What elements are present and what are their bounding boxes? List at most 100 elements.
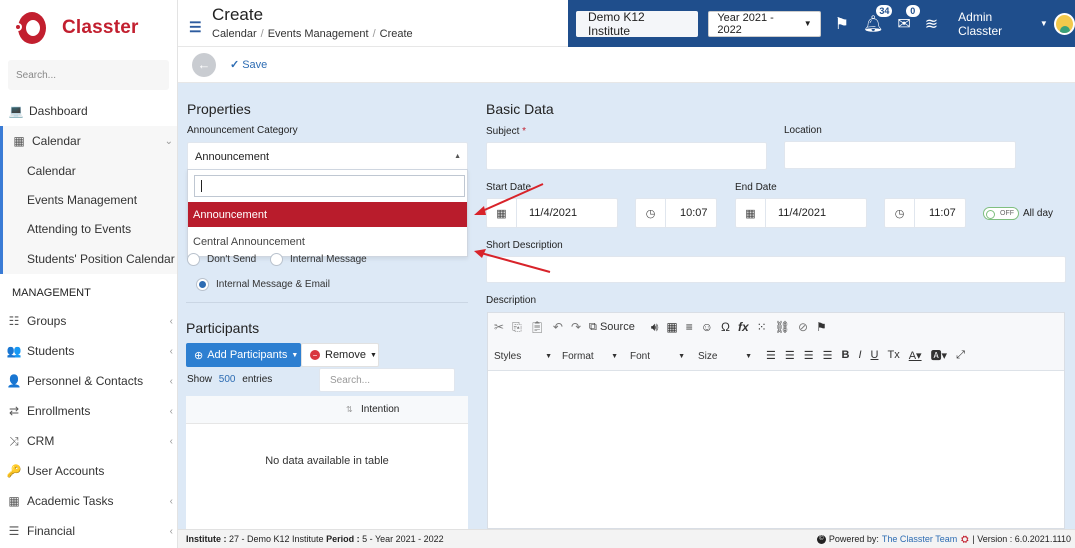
calendar-icon[interactable]: ▦ xyxy=(736,199,766,227)
sidebar-item-financial[interactable]: ☰ Financial ‹ xyxy=(0,516,177,546)
bell-icon[interactable]: 🔔︎ 34 xyxy=(863,4,893,34)
source-button[interactable]: ⧉ Source xyxy=(589,321,643,334)
underline-icon[interactable]: U xyxy=(871,349,879,361)
block-icon[interactable]: ⁙ xyxy=(757,320,767,334)
sort-icon[interactable]: ⇅ xyxy=(346,405,353,414)
sidebar-sub-attending-to-events[interactable]: Attending to Events xyxy=(0,214,177,243)
formula-icon[interactable]: fx xyxy=(738,320,749,334)
all-day-toggle[interactable]: OFF All day xyxy=(983,207,1053,220)
editor-content-area[interactable] xyxy=(488,371,1064,526)
shuffle-icon: ⤨ xyxy=(9,433,19,448)
styles-select[interactable]: Styles ▼ xyxy=(494,347,552,365)
start-time-input[interactable]: ◷ 10:07 xyxy=(635,198,717,228)
footer-period-value: 5 - Year 2021 - 2022 xyxy=(362,534,444,544)
justify-icon[interactable]: ☰ xyxy=(823,349,833,362)
check-icon: ✓ xyxy=(230,59,240,71)
sidebar-item-students[interactable]: 👥 Students ‹ xyxy=(0,336,177,366)
sidebar-sub-students-position-calendar[interactable]: Students' Position Calendar xyxy=(0,243,177,274)
participants-search-input[interactable]: Search... xyxy=(319,368,455,392)
entries-count-select[interactable]: 500 xyxy=(219,374,236,385)
italic-icon[interactable]: I xyxy=(858,349,861,361)
align-left-icon[interactable]: ☰ xyxy=(766,349,776,362)
add-participants-button[interactable]: ⊕ Add Participants ▼ xyxy=(186,343,301,367)
radio-internal-message[interactable]: Internal Message xyxy=(270,253,367,266)
chevron-left-icon: ‹ xyxy=(169,435,173,447)
announcement-category-select[interactable]: Announcement ▲ xyxy=(187,142,468,171)
speaker-icon[interactable]: 🔊︎ xyxy=(651,320,659,335)
redo-icon[interactable]: ↷ xyxy=(571,320,581,334)
dropdown-option-central-announcement[interactable]: Central Announcement xyxy=(188,229,467,254)
sidebar-search-input[interactable]: Search... xyxy=(8,60,169,90)
radio-dont-send[interactable]: Don't Send xyxy=(187,253,256,266)
calendar-icon[interactable]: ▦ xyxy=(487,199,517,227)
key-icon: 🔑 xyxy=(6,464,22,478)
radio-label: Don't Send xyxy=(207,254,257,265)
font-select[interactable]: Font ▼ xyxy=(630,347,685,365)
unlink-icon[interactable]: ⊘ xyxy=(798,320,808,334)
sidebar-sub-calendar[interactable]: Calendar xyxy=(0,156,177,185)
short-description-input[interactable] xyxy=(486,256,1066,283)
sidebar-item-enrollments[interactable]: ⇄ Enrollments ‹ xyxy=(0,396,177,426)
toggle-switch[interactable]: OFF xyxy=(983,207,1019,220)
copy-icon[interactable]: ⎘ xyxy=(512,320,522,335)
classter-team-link[interactable]: The Classter Team xyxy=(882,534,957,544)
sidebar-item-groups[interactable]: ☷ Groups ‹ xyxy=(0,306,177,336)
radio-internal-message-email[interactable]: Internal Message & Email xyxy=(196,278,330,291)
breadcrumb-item-events-management[interactable]: Events Management xyxy=(268,28,369,40)
format-select[interactable]: Format ▼ xyxy=(562,347,618,365)
user-menu[interactable]: Admin Classter ▼ xyxy=(958,10,1075,38)
sidebar-item-calendar[interactable]: ▦ Calendar ⌄ xyxy=(0,126,177,156)
sidebar-item-dashboard[interactable]: 💻 Dashboard xyxy=(0,96,177,126)
clock-icon[interactable]: ◷ xyxy=(885,199,915,227)
save-button[interactable]: ✓ Save xyxy=(230,58,267,72)
horizontal-line-icon[interactable]: ≡ xyxy=(686,320,693,334)
undo-icon[interactable]: ↶ xyxy=(553,320,563,334)
sidebar-sub-events-management[interactable]: Events Management xyxy=(0,185,177,214)
clock-icon[interactable]: ◷ xyxy=(636,199,666,227)
sidebar-item-user-accounts[interactable]: 🔑 User Accounts xyxy=(0,456,177,486)
institute-selector[interactable]: Demo K12 Institute xyxy=(576,10,699,38)
bold-icon[interactable]: B xyxy=(842,349,850,361)
envelope-icon[interactable]: ✉ 0 xyxy=(897,4,920,34)
background-color-icon[interactable]: 🅰︎▾ xyxy=(931,347,948,363)
table-icon[interactable]: ▦ xyxy=(666,320,677,334)
footer-info: Institute : 27 - Demo K12 Institute Peri… xyxy=(186,534,444,544)
remove-button[interactable]: − Remove ▼ xyxy=(301,343,379,367)
sidebar-item-personnel-contacts[interactable]: 👤 Personnel & Contacts ‹ xyxy=(0,366,177,396)
hamburger-menu-icon[interactable]: ☰ xyxy=(189,19,202,36)
start-date-input[interactable]: ▦ 11/4/2021 xyxy=(486,198,618,228)
location-input[interactable] xyxy=(784,141,1016,169)
sidebar-item-crm[interactable]: ⤨ CRM ‹ xyxy=(0,426,177,456)
year-selector[interactable]: Year 2021 - 2022 ▼ xyxy=(708,10,821,37)
classter-logo-icon xyxy=(14,10,50,46)
flag-icon[interactable]: ⚑ xyxy=(835,14,849,34)
text-color-icon[interactable]: A▾ xyxy=(909,349,922,362)
end-date-value: 11/4/2021 xyxy=(778,207,827,219)
clear-format-icon[interactable]: Tx xyxy=(887,349,899,361)
maximize-icon[interactable]: ⤢ xyxy=(956,349,965,362)
dropdown-option-announcement[interactable]: Announcement xyxy=(188,202,467,227)
align-right-icon[interactable]: ☰ xyxy=(804,349,814,362)
cut-icon[interactable]: ✂ xyxy=(494,320,504,334)
breadcrumb-item-calendar[interactable]: Calendar xyxy=(212,28,257,40)
exchange-icon: ⇄ xyxy=(8,404,20,418)
sidebar-item-academic-tasks[interactable]: ▦ Academic Tasks ‹ xyxy=(0,486,177,516)
layers-icon[interactable]: ≋ xyxy=(925,14,938,34)
logo[interactable]: Classter xyxy=(0,0,177,56)
paste-icon[interactable]: 📋︎ xyxy=(530,320,545,334)
coins-icon: ☰ xyxy=(8,524,20,538)
sidebar-item-label: Financial xyxy=(27,524,76,538)
smiley-icon[interactable]: ☺ xyxy=(701,320,713,334)
end-time-input[interactable]: ◷ 11:07 xyxy=(884,198,966,228)
subject-input[interactable] xyxy=(486,142,767,170)
align-center-icon[interactable]: ☰ xyxy=(785,349,795,362)
dropdown-search-input[interactable] xyxy=(194,175,465,197)
flag-icon[interactable]: ⚑ xyxy=(816,320,827,334)
end-date-input[interactable]: ▦ 11/4/2021 xyxy=(735,198,867,228)
omega-icon[interactable]: Ω xyxy=(721,320,730,334)
size-select[interactable]: Size ▼ xyxy=(698,347,752,365)
show-label: Show xyxy=(187,374,213,385)
column-intention[interactable]: Intention xyxy=(361,404,399,415)
back-button[interactable]: ← xyxy=(192,52,216,77)
link-icon[interactable]: ⛓ xyxy=(775,320,790,334)
